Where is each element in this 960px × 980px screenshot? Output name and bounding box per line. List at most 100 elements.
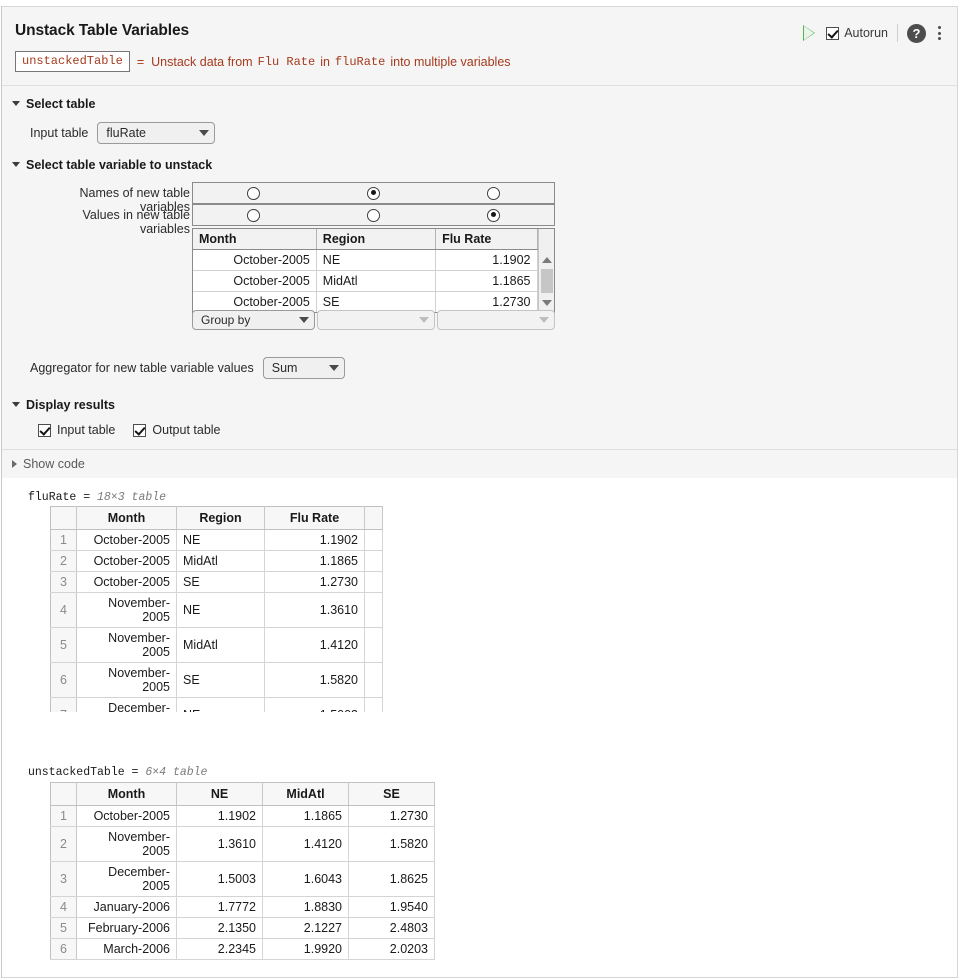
cell-ne: 1.5003 [177,862,263,897]
scroll-down-arrow-icon[interactable] [542,300,552,306]
values-radio-region[interactable] [313,205,433,225]
cell-se: 1.9540 [349,897,435,918]
values-radio-month[interactable] [193,205,313,225]
preview-col-month[interactable]: Month [193,229,316,250]
cell-region: MidAtl [177,628,265,663]
preview-col-flurate[interactable]: Flu Rate [436,229,537,250]
section-header-display-results[interactable]: Display results [12,396,957,413]
aggregator-dropdown[interactable]: Sum [263,357,345,379]
cell-pad [365,663,383,698]
chevron-down-icon [12,101,20,106]
variable-selection-grid: Names of new table variables Values in n… [2,182,957,394]
input-table-row: Input table fluRate [30,122,957,144]
autorun-label: Autorun [844,26,888,40]
table-row: October-2005 SE 1.2730 [193,292,554,313]
section-header-select-table[interactable]: Select table [12,95,957,112]
scroll-up-arrow-icon[interactable] [542,257,552,263]
table-row: 5 February-2006 2.1350 2.1227 2.4803 [51,918,435,939]
output-table-col-se: SE [349,783,435,806]
output-table-col-midatl: MidAtl [263,783,349,806]
cell-month: November-2005 [77,593,177,628]
output-table-col-ne: NE [177,783,263,806]
preview-cell-region: NE [316,250,435,271]
input-table-dropdown[interactable]: fluRate [97,122,215,144]
cell-se: 1.2730 [349,806,435,827]
table-row: 4 November-2005 NE 1.3610 [51,593,383,628]
input-table-col-flurate: Flu Rate [265,507,365,530]
radio-button [247,209,260,222]
chevron-down-icon [329,365,339,371]
cell-ne: 1.1902 [177,806,263,827]
live-editor-task-page: Unstack Table Variables unstackedTable =… [0,0,960,980]
row-number: 1 [51,530,77,551]
preview-cell-flurate: 1.1902 [436,250,537,271]
groupby-dropdown[interactable]: Group by [192,310,315,330]
cell-region: NE [177,530,265,551]
cell-pad [365,551,383,572]
table-row: 6 November-2005 SE 1.5820 [51,663,383,698]
kebab-menu-icon[interactable] [931,23,947,43]
chevron-down-icon [12,402,20,407]
cell-pad [365,572,383,593]
chevron-down-icon [12,162,20,167]
preview-cell-month: October-2005 [193,250,316,271]
cell-month: October-2005 [77,572,177,593]
groupby-dropdown-flurate[interactable] [437,310,555,330]
cell-pad [365,530,383,551]
output-table-var-name: unstackedTable [28,766,125,779]
input-table-col-region: Region [177,507,265,530]
row-number: 2 [51,551,77,572]
cell-month: November-2005 [77,827,177,862]
values-radio-flurate[interactable] [434,205,554,225]
names-radio-flurate[interactable] [434,183,554,203]
row-number: 6 [51,663,77,698]
cell-midatl: 2.1227 [263,918,349,939]
output-table-header-row: Month NE MidAtl SE [51,783,435,806]
task-summary: unstackedTable = Unstack data from Flu R… [15,51,511,72]
display-input-table-label: Input table [57,423,115,437]
output-table-wrap: Month NE MidAtl SE 1 October-2005 1.1902… [50,782,435,960]
toolbar-divider [897,24,898,42]
preview-cell-month: October-2005 [193,292,316,313]
chevron-down-icon [299,317,309,323]
radio-button [247,187,260,200]
help-question-icon[interactable]: ? [907,24,926,43]
play-triangle-icon[interactable] [798,22,820,44]
cell-region: MidAtl [177,551,265,572]
section-header-select-variable[interactable]: Select table variable to unstack [12,156,957,173]
section-title-select-variable: Select table variable to unstack [26,158,212,172]
cell-flurate: 1.2730 [265,572,365,593]
groupby-dropdown-region[interactable] [317,310,435,330]
input-table-clip: Month Region Flu Rate 1 October-2005 NE … [50,506,390,712]
radio-button-selected [487,209,500,222]
cell-month: October-2005 [77,530,177,551]
checkbox-box [133,424,146,437]
preview-col-region[interactable]: Region [316,229,435,250]
output-results-area: fluRate = 18×3 table Month Region Flu Ra… [1,478,958,978]
cell-flurate: 1.4120 [265,628,365,663]
preview-table-scrollbar[interactable] [538,229,554,312]
cell-region: SE [177,572,265,593]
names-radio-month[interactable] [193,183,313,203]
display-results-checkboxes: Input table Output table [38,423,957,437]
display-output-table-checkbox[interactable]: Output table [133,423,220,437]
names-radio-region[interactable] [313,183,433,203]
variable-preview-table: Month Region Flu Rate October-2005 NE 1.… [192,228,555,313]
display-input-table-checkbox[interactable]: Input table [38,423,115,437]
cell-se: 1.8625 [349,862,435,897]
input-table: Month Region Flu Rate 1 October-2005 NE … [50,506,383,712]
radio-button-selected [367,187,380,200]
output-variable-field[interactable]: unstackedTable [15,51,130,72]
radio-button [367,209,380,222]
cell-flurate: 1.3610 [265,593,365,628]
show-code-toggle[interactable]: Show code [2,449,957,478]
chevron-down-icon [539,317,549,323]
values-radio-row [192,204,555,226]
output-table-col-month: Month [77,783,177,806]
cell-flurate: 1.1865 [265,551,365,572]
scrollbar-thumb[interactable] [541,269,553,293]
cell-se: 1.5820 [349,827,435,862]
autorun-checkbox[interactable]: Autorun [826,26,888,40]
row-number: 5 [51,918,77,939]
output-table: Month NE MidAtl SE 1 October-2005 1.1902… [50,782,435,960]
